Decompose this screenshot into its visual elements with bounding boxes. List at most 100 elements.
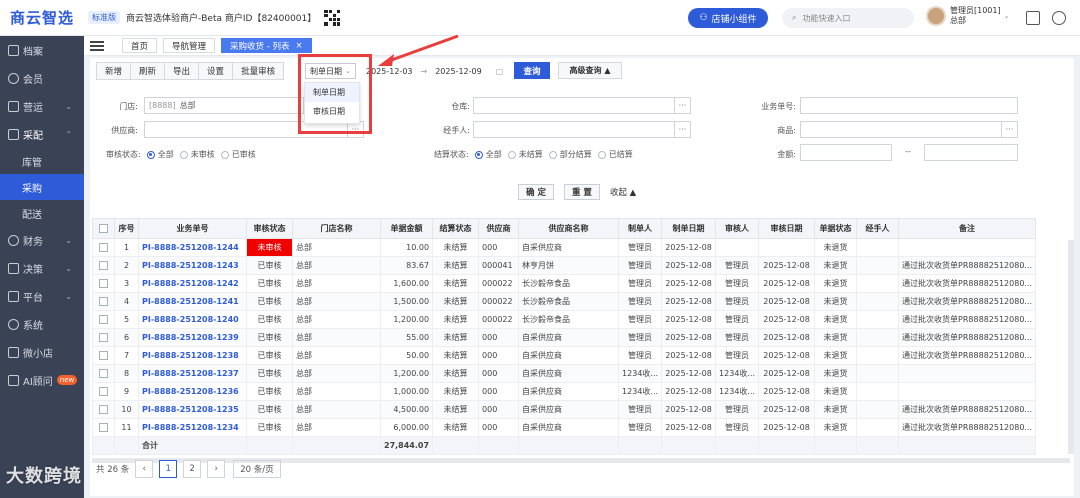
row-checkbox[interactable] [92, 292, 115, 311]
audit-radio-unaudited[interactable] [179, 150, 188, 159]
export-button[interactable]: 导出 [164, 62, 200, 80]
bill-no-link[interactable]: PI-8888-251208-1244 [138, 238, 247, 257]
collapse-toggle[interactable]: 收起 ▲ [610, 186, 636, 198]
column-header[interactable]: 供应商名称 [518, 218, 620, 239]
sidebar-item-ai-advisor[interactable]: AI顾问 new [0, 366, 84, 394]
tab-home[interactable]: 首页 [122, 38, 158, 53]
bill-no-link[interactable]: PI-8888-251208-1236 [138, 382, 247, 401]
column-header[interactable]: 制单人 [618, 218, 663, 239]
advanced-query-button[interactable]: 高级查询 ▲ [558, 62, 622, 79]
logout-icon[interactable] [1052, 11, 1066, 25]
select-all-checkbox[interactable] [92, 218, 115, 239]
column-header[interactable]: 序号 [114, 218, 139, 239]
settings-button[interactable]: 设置 [198, 62, 234, 80]
column-header[interactable]: 审核状态 [246, 218, 293, 239]
lookup-icon[interactable]: ··· [674, 98, 690, 113]
column-header[interactable]: 业务单号 [138, 218, 247, 239]
store-widget-button[interactable]: ⚇ 店铺小组件 [688, 8, 768, 28]
batch-audit-button[interactable]: 批量审核 [232, 62, 285, 80]
column-header[interactable]: 门店名称 [292, 218, 381, 239]
table-row[interactable]: 1 PI-8888-251208-1244 未审核 总部 10.00 未结算 000 自采供应… [92, 238, 1037, 257]
column-header[interactable]: 经手人 [856, 218, 900, 239]
bill-no-link[interactable]: PI-8888-251208-1239 [138, 328, 247, 347]
settle-radio-all[interactable] [474, 150, 483, 159]
tab-purchase-receipt-list[interactable]: 采购收货 - 列表 × [221, 38, 312, 53]
confirm-button[interactable]: 确 定 [518, 184, 554, 200]
bill-no-field[interactable] [800, 97, 1018, 114]
settle-radio-unsettled[interactable] [507, 150, 516, 159]
refresh-button[interactable]: 刷新 [130, 62, 166, 80]
prev-page-button[interactable]: ‹ [135, 460, 154, 478]
row-checkbox[interactable] [92, 274, 115, 293]
brand-logo[interactable]: 商云智选 [0, 0, 84, 36]
bill-no-link[interactable]: PI-8888-251208-1242 [138, 274, 247, 293]
column-header[interactable]: 单据金额 [379, 218, 434, 239]
column-header[interactable]: 单据状态 [814, 218, 858, 239]
amount-min-field[interactable] [800, 144, 892, 161]
close-icon[interactable]: × [296, 41, 303, 51]
table-row[interactable]: 3 PI-8888-251208-1242 已审核 总部 1,600.00 未结算 0000… [92, 274, 1037, 293]
column-header[interactable]: 备注 [898, 218, 1037, 239]
row-checkbox[interactable] [92, 328, 115, 347]
table-row[interactable]: 10 PI-8888-251208-1235 已审核 总部 4,500.00 未结算 000… [92, 400, 1037, 419]
table-row[interactable]: 6 PI-8888-251208-1239 已审核 总部 55.00 未结算 000 自采供应… [92, 328, 1037, 347]
column-header[interactable]: 制单日期 [661, 218, 717, 239]
query-button[interactable]: 查询 [514, 62, 550, 79]
page-size-select[interactable]: 20 条/页 [233, 460, 281, 478]
table-row[interactable]: 7 PI-8888-251208-1238 已审核 总部 50.00 未结算 000 自采供应… [92, 346, 1037, 365]
fullscreen-icon[interactable] [1026, 11, 1040, 25]
row-checkbox[interactable] [92, 256, 115, 275]
date-type-select[interactable]: 制单日期 ⌄ [305, 63, 356, 79]
row-checkbox[interactable] [92, 310, 115, 329]
store-field[interactable]: [8888] 总部 [144, 97, 304, 114]
qr-code-icon[interactable] [324, 9, 341, 26]
sidebar-item-finance[interactable]: 财务 ⌄ [0, 226, 84, 254]
row-checkbox[interactable] [92, 364, 115, 383]
sidebar-item-operations[interactable]: 营运 ⌄ [0, 92, 84, 120]
tab-nav-manage[interactable]: 导航管理 [163, 38, 216, 53]
table-row[interactable]: 9 PI-8888-251208-1236 已审核 总部 1,000.00 未结算 000 自… [92, 382, 1037, 401]
bill-no-link[interactable]: PI-8888-251208-1234 [138, 418, 247, 437]
bill-no-link[interactable]: PI-8888-251208-1238 [138, 346, 247, 365]
user-menu[interactable]: 管理员[1001] 总部 ⌄ [926, 6, 1009, 26]
column-header[interactable]: 审核日期 [758, 218, 816, 239]
sidebar-item-system[interactable]: 系统 [0, 310, 84, 338]
sidebar-sub-purchase[interactable]: 采购 [0, 174, 84, 200]
sidebar-item-mini-shop[interactable]: 微小店 [0, 338, 84, 366]
menu-toggle-icon[interactable] [90, 40, 104, 51]
lookup-icon[interactable]: ··· [347, 122, 363, 137]
page-2-button[interactable]: 2 [183, 460, 202, 478]
dropdown-option-create-date[interactable]: 制单日期 [305, 83, 359, 102]
sidebar-item-archive[interactable]: 档案 [0, 36, 84, 64]
settle-radio-partial[interactable] [548, 150, 557, 159]
lookup-icon[interactable]: ··· [1001, 122, 1017, 137]
add-button[interactable]: 新增 [96, 62, 132, 80]
audit-radio-audited[interactable] [220, 150, 229, 159]
row-checkbox[interactable] [92, 418, 115, 437]
table-row[interactable]: 2 PI-8888-251208-1243 已审核 总部 83.67 未结算 000041 林… [92, 256, 1037, 275]
row-checkbox[interactable] [92, 238, 115, 257]
reset-button[interactable]: 重 置 [563, 184, 600, 200]
column-header[interactable]: 审核人 [715, 218, 760, 239]
product-field[interactable]: ··· [800, 121, 1018, 138]
bill-no-link[interactable]: PI-8888-251208-1240 [138, 310, 247, 329]
settle-radio-settled[interactable] [597, 150, 606, 159]
warehouse-field[interactable]: ··· [473, 97, 691, 114]
sidebar-item-platform[interactable]: 平台 ⌄ [0, 282, 84, 310]
bill-no-link[interactable]: PI-8888-251208-1241 [138, 292, 247, 311]
column-header[interactable]: 结算状态 [432, 218, 480, 239]
table-row[interactable]: 11 PI-8888-251208-1234 已审核 总部 6,000.00 未结算 000… [92, 418, 1037, 437]
dropdown-option-audit-date[interactable]: 审核日期 [305, 102, 359, 121]
row-checkbox[interactable] [92, 346, 115, 365]
sidebar-item-decision[interactable]: 决策 ⌄ [0, 254, 84, 282]
sidebar-item-member[interactable]: 会员 [0, 64, 84, 92]
lookup-icon[interactable]: ··· [674, 122, 690, 137]
bill-no-link[interactable]: PI-8888-251208-1243 [138, 256, 247, 275]
bill-no-link[interactable]: PI-8888-251208-1235 [138, 400, 247, 419]
amount-max-field[interactable] [924, 144, 1018, 161]
column-header[interactable]: 供应商 [478, 218, 520, 239]
sidebar-item-purchase-dist[interactable]: 采配 ⌃ [0, 120, 84, 148]
next-page-button[interactable]: › [207, 460, 226, 478]
table-row[interactable]: 4 PI-8888-251208-1241 已审核 总部 1,500.00 未结算 0000… [92, 292, 1037, 311]
row-checkbox[interactable] [92, 382, 115, 401]
